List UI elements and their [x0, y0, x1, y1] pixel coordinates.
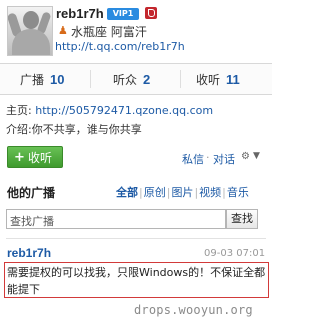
person-icon: ♟ — [58, 24, 68, 37]
vip-badge-icon[interactable]: VIP1 — [107, 8, 139, 20]
intro-label: 介绍: — [6, 123, 32, 136]
divider — [180, 70, 181, 88]
stat-value: 2 — [143, 72, 151, 87]
homepage-label: 主页: — [6, 104, 32, 117]
filter-separator: | — [194, 186, 199, 199]
post-text: 需要提权的可以找我，只限Windows的！不保证全都能提下 — [4, 262, 269, 298]
divider — [90, 70, 91, 88]
filter-all[interactable]: 全部 — [116, 186, 138, 199]
stat-listeners[interactable]: 听众 2 — [113, 71, 150, 88]
stat-value: 10 — [50, 72, 65, 87]
homepage-link[interactable]: http://505792471.qzone.qq.com — [35, 104, 213, 117]
listen-button[interactable]: + 收听 — [7, 146, 63, 168]
chevron-down-icon[interactable]: ▼ — [253, 151, 260, 161]
stat-broadcasts[interactable]: 广播 10 — [20, 71, 64, 88]
broadcast-search-box — [6, 209, 226, 231]
filter-images[interactable]: 图片 — [171, 186, 193, 199]
profile-info: 水瓶座 阿富汗 — [71, 25, 147, 39]
post-timestamp[interactable]: 09-03 07:01 — [204, 248, 265, 259]
filter-separator: | — [139, 186, 143, 199]
filter-original[interactable]: 原创 — [144, 186, 166, 199]
post-author[interactable]: reb1r7h — [7, 246, 51, 260]
stat-value: 11 — [226, 72, 240, 87]
stats-bar: 广播 10 听众 2 收听 11 — [0, 63, 272, 95]
broadcast-filters: 全部|原创|图片|视频|音乐 — [116, 184, 249, 200]
intro-text: 你不共享，谁与你共享 — [31, 123, 142, 136]
section-title: 他的广播 — [7, 186, 56, 200]
divider — [6, 238, 266, 239]
filter-separator: | — [166, 186, 171, 199]
separator: · — [206, 151, 210, 164]
intro-line: 介绍:你不共享，谁与你共享 — [6, 121, 142, 137]
homepage-line: 主页: http://505792471.qzone.qq.com — [6, 102, 213, 118]
dialog-link[interactable]: 对话 — [213, 151, 235, 167]
profile-username[interactable]: reb1r7h — [56, 6, 104, 21]
stat-label: 收听 — [196, 73, 221, 87]
microblog-badge-icon[interactable] — [145, 7, 157, 19]
filter-music[interactable]: 音乐 — [227, 186, 249, 199]
gear-icon[interactable]: ⚙ — [241, 151, 250, 162]
listen-button-label: 收听 — [28, 151, 53, 165]
stat-label: 听众 — [113, 73, 138, 87]
stat-following[interactable]: 收听 11 — [196, 71, 240, 88]
stat-label: 广播 — [20, 73, 45, 87]
profile-url[interactable]: http://t.qq.com/reb1r7h — [55, 40, 185, 53]
broadcast-search-input[interactable] — [7, 212, 220, 231]
avatar[interactable] — [7, 6, 53, 56]
filter-videos[interactable]: 视频 — [199, 186, 221, 199]
search-button[interactable]: 查找 — [226, 209, 258, 229]
private-message-link[interactable]: 私信 — [182, 151, 204, 167]
plus-icon: + — [14, 150, 25, 165]
watermark: drops.wooyun.org — [134, 303, 253, 317]
filter-separator: | — [222, 186, 226, 199]
